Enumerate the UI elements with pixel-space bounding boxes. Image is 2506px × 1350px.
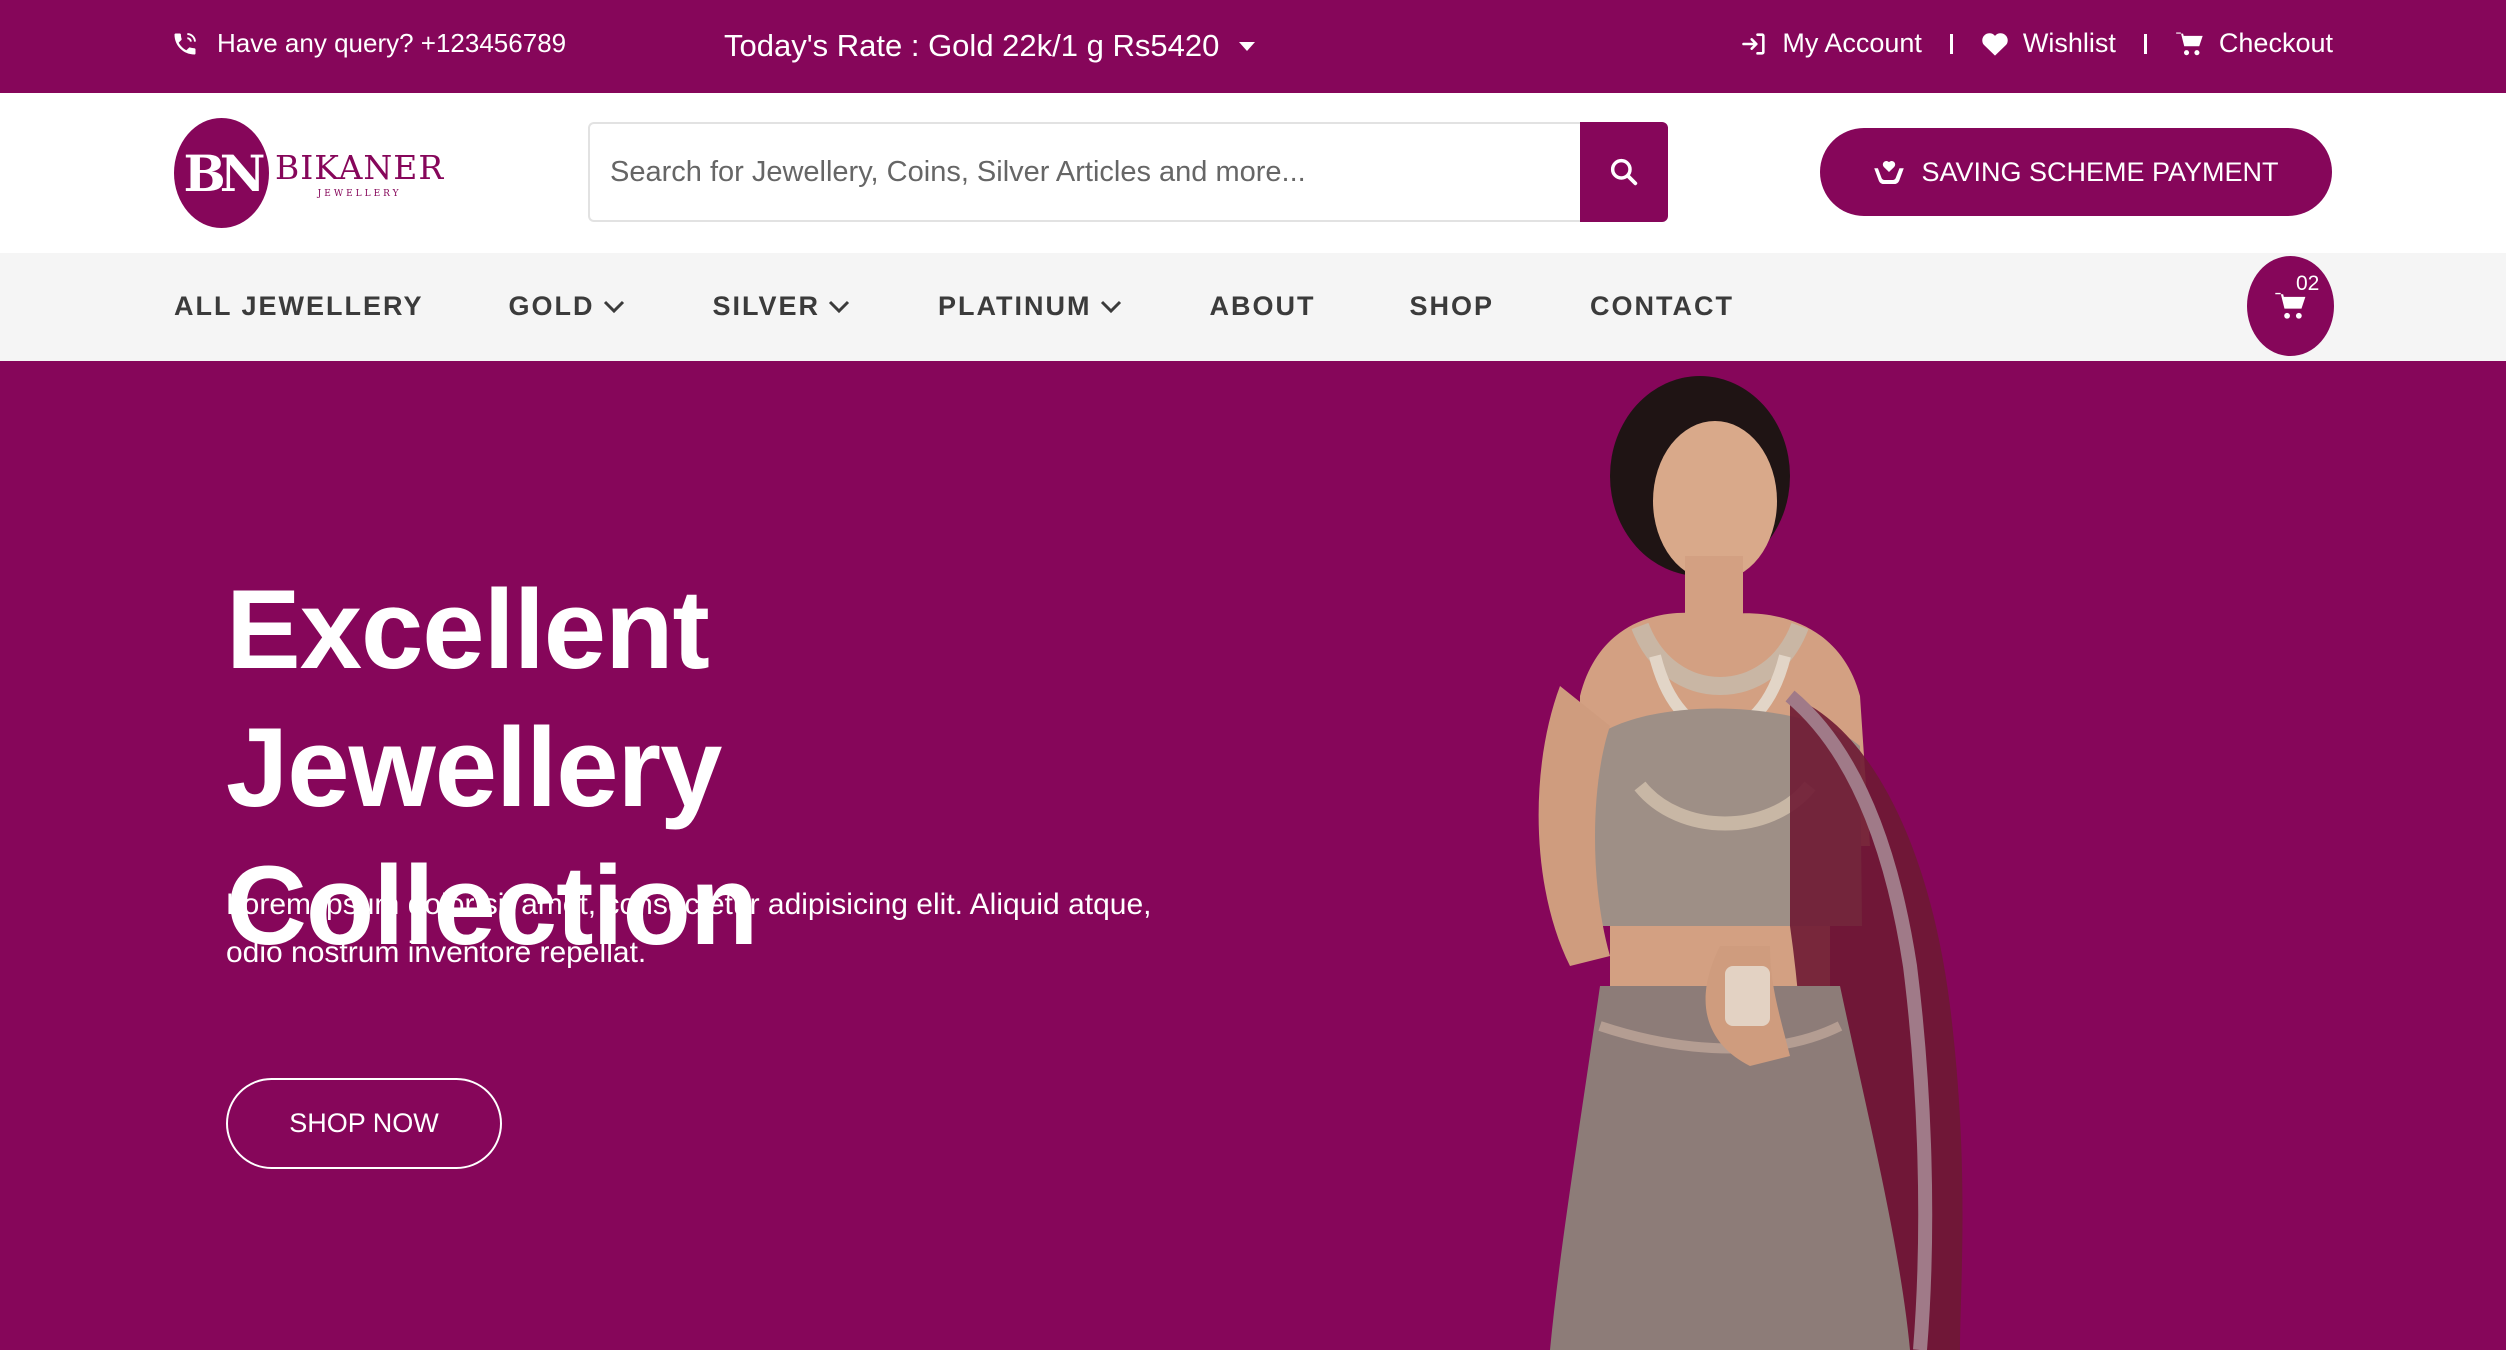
heart-icon [1981, 31, 2009, 57]
search-input[interactable] [588, 122, 1580, 222]
gold-rate-text: Today's Rate : Gold 22k/1 g Rs5420 [724, 28, 1220, 63]
search-bar [588, 122, 1668, 222]
main-nav: ALL JEWELLERY GOLD SILVER PLATINUM ABOUT… [0, 253, 2506, 361]
shop-now-label: SHOP NOW [289, 1108, 439, 1138]
saving-scheme-label: SAVING SCHEME PAYMENT [1921, 156, 2279, 187]
search-button[interactable] [1580, 122, 1668, 222]
nav-item-shop[interactable]: SHOP [1410, 291, 1495, 322]
wishlist-link[interactable]: Wishlist [1981, 28, 2116, 59]
contact-query[interactable]: Have any query? +123456789 [171, 28, 566, 59]
logo-name: BIKANER [275, 147, 445, 187]
divider [2143, 33, 2147, 54]
saving-scheme-button[interactable]: SAVING SCHEME PAYMENT [1820, 128, 2332, 216]
chevron-down-icon [603, 300, 625, 314]
gold-rate-dropdown[interactable]: Today's Rate : Gold 22k/1 g Rs5420 [724, 28, 1256, 64]
shop-now-button[interactable]: SHOP NOW [226, 1078, 502, 1169]
hero-banner: Excellent Jewellery Collection Lorem ips… [0, 361, 2506, 1350]
wishlist-label: Wishlist [2022, 28, 2116, 58]
nav-item-silver[interactable]: SILVER [713, 291, 851, 322]
floating-cart-button[interactable]: 02 [2247, 256, 2334, 356]
account-links: My Account Wishlist Checkout [1740, 28, 2333, 59]
nav-item-label: SILVER [712, 291, 821, 321]
nav-item-label: PLATINUM [938, 291, 1092, 321]
nav-menu: ALL JEWELLERY GOLD SILVER PLATINUM ABOUT… [174, 291, 1734, 322]
checkout-label: Checkout [2218, 28, 2333, 58]
cart-icon [2175, 30, 2205, 58]
nav-item-about[interactable]: ABOUT [1210, 291, 1316, 322]
main-header: BN BIKANER JEWELLERY SAVING SCHEME PAYME… [0, 93, 2506, 253]
my-account-link[interactable]: My Account [1740, 28, 1922, 59]
logo-sub: JEWELLERY [317, 188, 402, 199]
nav-item-contact[interactable]: CONTACT [1590, 291, 1734, 322]
divider [1949, 33, 1953, 54]
chevron-down-icon [828, 300, 850, 314]
my-account-label: My Account [1782, 28, 1922, 58]
cart-count-badge: 02 [2296, 272, 2320, 295]
logo-mark: BN [174, 118, 269, 228]
hero-title-line1: Excellent Jewellery [226, 567, 722, 830]
model-image [1538, 376, 1963, 1350]
logo-wordmark: BIKANER JEWELLERY [275, 148, 444, 199]
login-icon [1740, 30, 1768, 58]
phone-icon [171, 30, 199, 58]
nav-item-all-jewellery[interactable]: ALL JEWELLERY [174, 291, 424, 322]
nav-item-label: GOLD [508, 291, 595, 321]
nav-item-label: CONTACT [1590, 291, 1735, 321]
nav-item-label: ABOUT [1209, 291, 1316, 321]
nav-item-gold[interactable]: GOLD [509, 291, 625, 322]
top-bar: Have any query? +123456789 Today's Rate … [0, 0, 2506, 93]
chevron-down-icon [1100, 300, 1122, 314]
nav-item-platinum[interactable]: PLATINUM [938, 291, 1121, 322]
search-icon [1608, 156, 1640, 188]
nav-item-label: ALL JEWELLERY [174, 291, 424, 321]
query-text: Have any query? +123456789 [217, 28, 567, 58]
nav-item-label: SHOP [1409, 291, 1495, 321]
caret-down-icon [1239, 41, 1256, 51]
checkout-link[interactable]: Checkout [2175, 28, 2333, 59]
hero-description: Lorem ipsum dolor sit amet, consectetur … [226, 888, 1152, 969]
brand-logo[interactable]: BN BIKANER JEWELLERY [174, 118, 444, 228]
hand-heart-icon [1873, 157, 1905, 187]
